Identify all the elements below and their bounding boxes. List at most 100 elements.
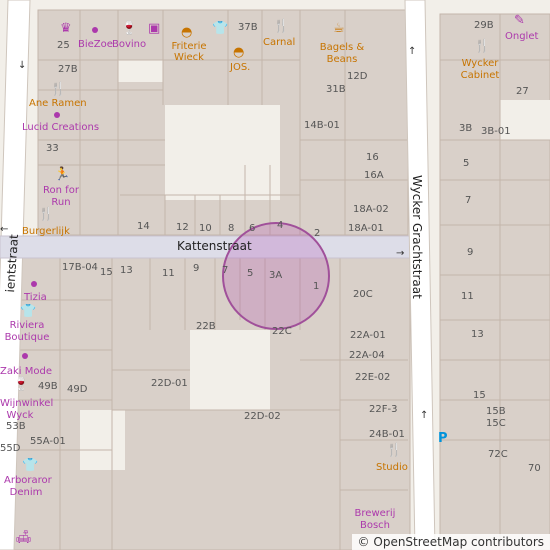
house-number: 49B <box>38 381 58 392</box>
house-number: 13 <box>120 265 133 276</box>
house-number: 70 <box>528 463 541 474</box>
house-number: 12 <box>176 222 189 233</box>
jar-icon[interactable]: ▣ <box>148 22 160 35</box>
house-number: 3B <box>459 123 473 134</box>
oneway-arrow-icon: ↑ <box>420 410 429 421</box>
bicycle-parking-icon[interactable]: P <box>438 432 448 445</box>
poi-label-biezoe[interactable]: BieZoe <box>78 39 113 51</box>
house-number: 1 <box>313 281 320 292</box>
poi-label-bagels-beans[interactable]: Bagels & Beans <box>318 42 366 66</box>
house-number: 9 <box>467 247 474 258</box>
house-number: 16A <box>364 170 384 181</box>
house-number: 27B <box>58 64 78 75</box>
restaurant-icon[interactable]: 🍴 <box>38 208 54 221</box>
poi-label-ron-for-run[interactable]: Ron for Run <box>42 185 80 209</box>
oneway-arrow-icon: ↑ <box>408 46 417 57</box>
house-number: 29B <box>474 20 494 31</box>
shop-dot-icon[interactable] <box>92 27 98 33</box>
tshirt-icon[interactable]: 👕 <box>22 459 38 472</box>
house-number: 22C <box>272 326 292 337</box>
poi-label-arboraror-denim[interactable]: Arboraror Denim <box>4 475 52 499</box>
poi-label-brewerij-bosch[interactable]: Brewerij Bosch <box>352 508 398 532</box>
poi-label-friterie-wieck[interactable]: Friterie Wieck <box>170 41 208 63</box>
oneway-arrow-icon: → <box>396 248 405 259</box>
poi-label-wycker-cabinet[interactable]: Wycker Cabinet <box>458 58 502 82</box>
map-canvas[interactable]: Kattenstraat Wycker Grachtstraat ientstr… <box>0 0 550 550</box>
house-number: 31B <box>326 84 346 95</box>
house-number: 7 <box>222 265 229 276</box>
house-number: 53B <box>6 421 26 432</box>
courtyard-north <box>165 105 280 200</box>
street-label-wycker-grachtstraat: Wycker Grachtstraat <box>410 175 424 299</box>
house-number: 10 <box>199 223 212 234</box>
house-number: 55D <box>0 443 21 454</box>
house-number: 13 <box>471 329 484 340</box>
house-number: 20C <box>353 289 373 300</box>
shop-dot-icon[interactable] <box>22 353 28 359</box>
house-number: 3B-01 <box>481 126 511 137</box>
poi-label-carnal[interactable]: Carnal <box>263 37 295 49</box>
wine-glass-icon[interactable]: 🍷 <box>13 378 29 391</box>
restaurant-icon[interactable]: 🍴 <box>474 40 490 53</box>
house-number: 8 <box>228 223 235 234</box>
wine-glass-icon[interactable]: 🍷 <box>121 22 137 35</box>
house-number: 7 <box>465 195 472 206</box>
house-number: 27 <box>516 86 529 97</box>
house-number: 22B <box>196 321 216 332</box>
shop-dot-icon[interactable] <box>54 112 60 118</box>
courtyard-south <box>190 330 270 410</box>
sofa-icon[interactable]: 🛋 <box>15 531 32 544</box>
house-number: 22A-01 <box>350 330 386 341</box>
poi-label-lucid-creations[interactable]: Lucid Creations <box>22 122 99 134</box>
house-number: 6 <box>249 223 256 234</box>
house-number: 15B <box>486 406 506 417</box>
oneway-arrow-icon: ← <box>0 224 9 235</box>
poi-label-onglet[interactable]: Onglet <box>505 31 538 43</box>
house-number: 18A-02 <box>353 204 389 215</box>
house-number: 22A-04 <box>349 350 385 361</box>
house-number: 33 <box>46 143 59 154</box>
restaurant-icon[interactable]: 🍴 <box>386 444 402 457</box>
house-number: 5 <box>247 268 254 279</box>
poi-label-tizia[interactable]: Tizia <box>24 292 47 304</box>
poi-label-wijnwinkel-wyck[interactable]: Wijnwinkel Wyck <box>0 398 53 422</box>
house-number: 22D-02 <box>244 411 281 422</box>
house-number: 5 <box>463 158 470 169</box>
house-number: 14 <box>137 221 150 232</box>
poi-label-burgerlijk[interactable]: Burgerlijk <box>22 226 70 238</box>
poi-label-jos[interactable]: JOS. <box>230 62 250 74</box>
house-number: 16 <box>366 152 379 163</box>
tshirt-icon[interactable]: 👕 <box>212 22 228 35</box>
house-number: 25 <box>57 40 70 51</box>
shop-icon[interactable]: ✎ <box>514 14 525 27</box>
house-number: 72C <box>488 449 508 460</box>
running-icon[interactable]: 🏃 <box>54 168 70 181</box>
house-number: 9 <box>193 263 200 274</box>
house-number: 37B <box>238 22 258 33</box>
cafe-icon[interactable]: ☕ <box>333 22 345 35</box>
street-label-kattenstraat: Kattenstraat <box>177 239 252 253</box>
house-number: 11 <box>461 291 474 302</box>
house-number: 15 <box>473 390 486 401</box>
house-number: 4 <box>277 220 284 231</box>
house-number: 11 <box>162 268 175 279</box>
house-number: 3A <box>269 270 283 281</box>
burger-icon[interactable]: ◓ <box>233 46 244 59</box>
restaurant-icon[interactable]: 🍴 <box>273 20 289 33</box>
poi-label-ane-ramen[interactable]: Ane Ramen <box>29 98 87 110</box>
poi-label-studio[interactable]: Studio <box>376 462 408 474</box>
shop-dot-icon[interactable] <box>31 281 37 287</box>
house-number: 22E-02 <box>355 372 391 383</box>
house-number: 2 <box>314 228 321 239</box>
poi-label-riviera-boutique[interactable]: Riviera Boutique <box>4 320 50 344</box>
poi-label-bovino[interactable]: Bovino <box>112 39 146 51</box>
house-number: 15 <box>100 267 113 278</box>
attribution-link[interactable]: OpenStreetMap contributors <box>373 535 544 549</box>
house-number: 49D <box>67 384 88 395</box>
bakery-icon[interactable]: ♛ <box>60 22 72 35</box>
burger-icon[interactable]: ◓ <box>181 26 192 39</box>
tshirt-icon[interactable]: 👕 <box>20 305 36 318</box>
house-number: 12D <box>347 71 368 82</box>
copyright-symbol: © <box>357 535 370 549</box>
restaurant-icon[interactable]: 🍴 <box>50 83 66 96</box>
